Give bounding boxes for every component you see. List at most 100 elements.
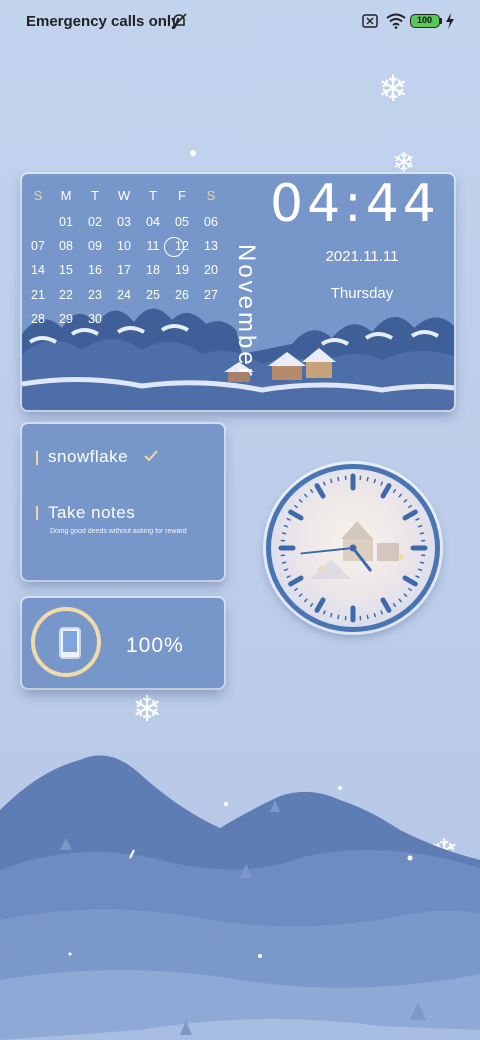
clock-minute-marker: [380, 610, 384, 615]
clock-minute-marker: [322, 610, 326, 615]
clock-minute-marker: [304, 598, 308, 603]
clock-hour-marker: [402, 509, 418, 521]
clock-minute-marker: [322, 481, 326, 486]
weekday-header: T: [149, 188, 157, 203]
calendar-day: 29: [59, 312, 73, 326]
weekday-header: S: [206, 188, 216, 203]
calendar-day: 26: [175, 288, 189, 302]
month-name: November: [233, 244, 260, 379]
clock-hour-marker: [288, 575, 304, 587]
battery-tip: [440, 18, 442, 24]
item-marker: [36, 506, 38, 520]
weekday-header: W: [117, 188, 131, 203]
clock-face: [278, 473, 428, 623]
phone-screen: [63, 631, 77, 652]
calendar-day: 21: [31, 288, 45, 302]
calendar-day: 01: [59, 215, 73, 229]
clock-minute-marker: [417, 525, 423, 528]
clock-minute-marker: [309, 603, 314, 607]
clock-minute-marker: [281, 532, 287, 535]
todo-item-subtitle: Doing good deeds without asking for rewa…: [50, 528, 187, 535]
clock-minute-marker: [408, 504, 412, 509]
clock-minute-marker: [408, 587, 412, 592]
clock-hour-marker: [288, 509, 304, 521]
weekday-text: Thursday: [330, 285, 394, 302]
weekday-header: M: [60, 188, 72, 203]
calendar-day: 05: [175, 215, 189, 229]
calendar-day: 13: [204, 239, 218, 253]
snowflake-icon: ❄: [132, 688, 163, 729]
item-marker: [36, 451, 38, 465]
clock-minute-marker: [398, 493, 402, 498]
todo-item-title[interactable]: snowflake: [48, 447, 128, 467]
clock-minute-marker: [403, 499, 408, 503]
clock-minute-marker: [373, 478, 376, 484]
clock-minute-marker: [298, 499, 303, 503]
calendar-day: 17: [117, 263, 131, 277]
clock-minute-marker: [417, 568, 423, 571]
snowflake-icon: ❄: [378, 68, 409, 109]
date-text: 2021.11.11: [325, 248, 399, 265]
clock-minute-marker: [294, 587, 298, 592]
calendar-day: 19: [175, 263, 189, 277]
clock-minute-marker: [392, 489, 397, 493]
clock-minute-marker: [330, 612, 333, 618]
weekday-header: F: [178, 188, 186, 203]
calendar-widget[interactable]: S M T W T F S 01 02 03 04 05 06 07 08 09 10 11 12 13…: [22, 174, 454, 410]
calendar-day: 20: [204, 263, 218, 277]
calendar-day: 22: [59, 288, 73, 302]
weekday-header: S: [33, 188, 43, 203]
calendar-day: 02: [88, 215, 102, 229]
today-indicator: [164, 237, 184, 257]
sim-icon: [362, 14, 378, 28]
clock-hour-marker: [314, 483, 326, 499]
battery-percent: 100%: [126, 634, 184, 657]
calendar-day: 30: [88, 312, 102, 326]
check-icon: [144, 450, 158, 462]
charging-icon: [446, 13, 454, 29]
clock-minute-marker: [281, 561, 287, 564]
clock-minute-marker: [366, 476, 369, 482]
clock-minute-marker: [398, 598, 402, 603]
bell-off-icon: [171, 13, 187, 29]
calendar-day: 06: [204, 215, 218, 229]
analog-clock-widget[interactable]: [266, 464, 440, 632]
clock-minute-marker: [309, 489, 314, 493]
battery-level: 100: [416, 15, 433, 25]
calendar-day: 14: [31, 263, 45, 277]
calendar-day: 24: [117, 288, 131, 302]
calendar-day: 10: [117, 239, 131, 253]
battery-icon: 100: [410, 14, 440, 28]
wifi-icon: [386, 13, 406, 29]
weekday-header: T: [91, 188, 99, 203]
calendar-day: 27: [204, 288, 218, 302]
battery-ring: [31, 607, 101, 677]
clock-hour-marker: [314, 597, 326, 613]
calendar-day: 08: [59, 239, 73, 253]
clock-minute-marker: [283, 568, 289, 571]
todo-item-title[interactable]: Take notes: [48, 503, 135, 523]
mountain-landscape: [0, 755, 480, 1040]
calendar-day: 25: [146, 288, 160, 302]
carrier-status: Emergency calls only: [26, 13, 180, 30]
clock-minute-marker: [298, 593, 303, 597]
battery-widget[interactable]: 100%: [22, 598, 224, 688]
calendar-day: 04: [146, 215, 160, 229]
calendar-day: 09: [88, 239, 102, 253]
calendar-day: 28: [31, 312, 45, 326]
clock-minute-marker: [419, 532, 425, 535]
calendar-day: 03: [117, 215, 131, 229]
calendar-day: 11: [146, 239, 160, 253]
clock-minute-marker: [366, 614, 369, 620]
clock-minute-marker: [286, 575, 291, 579]
clock-minute-marker: [330, 478, 333, 484]
clock-hour-marker: [380, 597, 392, 613]
clock-hour-marker: [402, 575, 418, 587]
clock-minute-marker: [415, 517, 420, 521]
notes-widget[interactable]: snowflake Take notes Doing good deeds wi…: [22, 424, 224, 580]
clock-minute-marker: [337, 614, 340, 620]
calendar-day: 18: [146, 263, 160, 277]
clock-minute-marker: [283, 525, 289, 528]
digital-time: 04:44: [270, 174, 440, 234]
clock-minute-marker: [304, 493, 308, 498]
